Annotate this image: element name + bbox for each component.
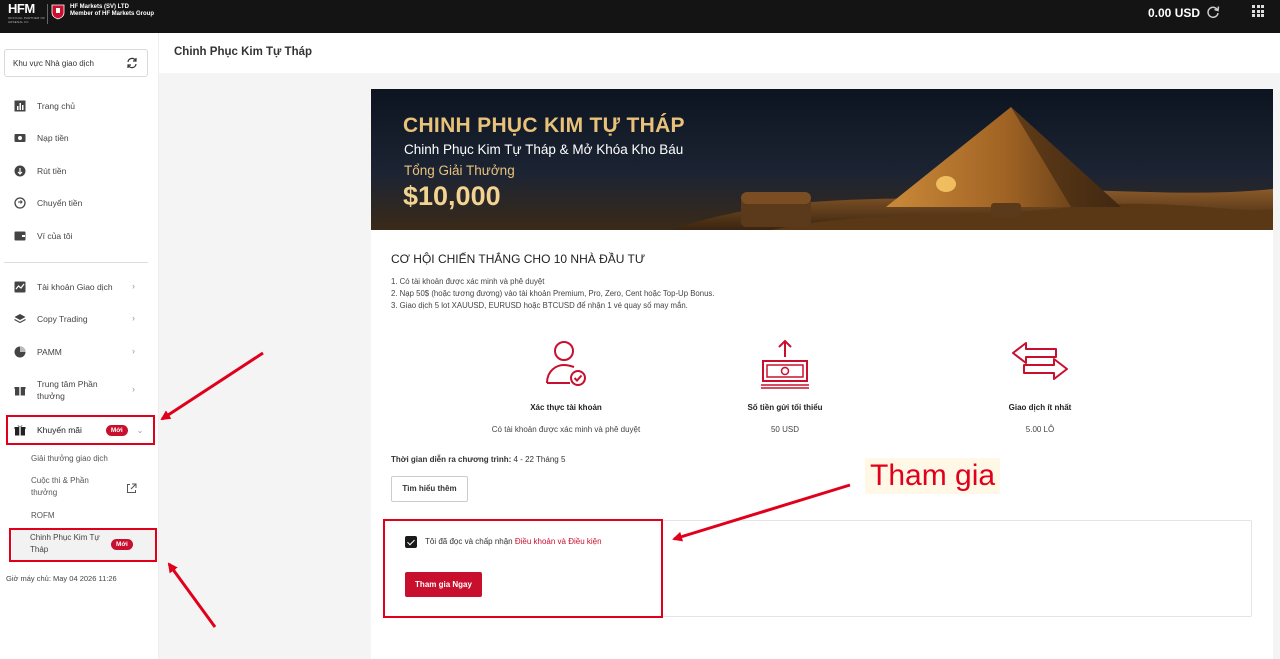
sidebar-item-home[interactable]: Trang chủ — [14, 100, 75, 112]
highlight-pyramid-item — [9, 528, 157, 562]
arrow-to-pyramid-item — [167, 562, 217, 628]
period-label: Thời gian diễn ra chương trình: — [391, 455, 512, 464]
chevron-right-icon: › — [132, 313, 135, 323]
sidebar-item-pamm[interactable]: PAMM › — [14, 346, 135, 358]
sidebar-subitem-rofm[interactable]: ROFM — [31, 510, 55, 522]
deposit-icon — [14, 134, 26, 142]
company-group: Member of HF Markets Group — [70, 11, 155, 17]
rules-list: 1. Có tài khoản được xác minh và phê duy… — [391, 276, 714, 312]
banner-prize-amount: $10,000 — [403, 181, 501, 211]
company-name: HF Markets (SV) LTD — [70, 4, 129, 10]
sidebar-item-label: Ví của tôi — [37, 231, 73, 241]
chevron-right-icon: › — [132, 384, 135, 394]
learn-more-button[interactable]: Tìm hiểu thêm — [391, 476, 468, 502]
withdraw-icon — [14, 165, 26, 177]
sidebar-item-deposit[interactable]: Nạp tiền — [14, 132, 69, 144]
region-label: Khu vực Nhà giao dịch — [13, 59, 94, 68]
logo-divider — [47, 4, 48, 24]
page-header: Chinh Phục Kim Tự Tháp — [159, 33, 1280, 73]
page-title: Chinh Phục Kim Tự Tháp — [174, 46, 313, 58]
hfm-logo[interactable]: HFM OFFICIAL PARTNER OF ARSENAL FC — [8, 2, 48, 30]
sidebar-item-withdraw[interactable]: Rút tiền — [14, 165, 66, 177]
feature-value: 5.00 LÔ — [1025, 425, 1055, 434]
top-bar: HFM OFFICIAL PARTNER OF ARSENAL FC HF Ma… — [0, 0, 1280, 33]
refresh-icon[interactable] — [1206, 5, 1220, 19]
sidebar-item-rewards-center[interactable]: Trung tâm Phần thưởng › — [14, 378, 146, 402]
feature-min-deposit: Số tiền gửi tối thiểu 50 USD — [675, 339, 895, 434]
rule-item: 2. Nạp 50$ (hoặc tương đương) vào tài kh… — [391, 289, 715, 298]
feature-title: Xác thực tài khoản — [530, 403, 602, 412]
exchange-arrows-icon — [1012, 342, 1068, 380]
feature-value: 50 USD — [770, 425, 799, 434]
sidebar-item-label: Nạp tiền — [37, 133, 69, 143]
sidebar-divider — [4, 262, 148, 263]
transfer-icon — [14, 197, 26, 209]
section-title: CƠ HỘI CHIẾN THẮNG CHO 10 NHÀ ĐẦU TƯ — [391, 252, 646, 266]
external-link-icon[interactable] — [126, 483, 137, 494]
sidebar-item-label: Chuyển tiền — [37, 198, 83, 208]
trading-account-icon — [14, 281, 26, 293]
highlight-join-area — [383, 519, 663, 618]
feature-account-verification: Xác thực tài khoản Có tài khoản được xác… — [456, 339, 676, 434]
sidebar-item-label: Trang chủ — [37, 101, 75, 111]
pyramid-banner-image — [371, 89, 1273, 230]
sidebar-subitem-trading-awards[interactable]: Giải thưởng giao dịch — [31, 453, 108, 465]
sidebar-item-trading-accounts[interactable]: Tài khoản Giao dịch › — [14, 281, 135, 293]
wallet-icon — [14, 231, 26, 241]
period-value: 4 - 22 Tháng 5 — [511, 455, 566, 464]
sidebar-subitem-contests[interactable]: Cuộc thi & Phần thưởng — [31, 475, 99, 499]
user-check-icon — [546, 341, 586, 386]
arrow-to-promotions — [160, 351, 264, 421]
sidebar-item-label: Rút tiền — [37, 166, 67, 176]
feature-min-trade: Giao dịch ít nhất 5.00 LÔ — [930, 339, 1150, 434]
feature-value: Có tài khoản được xác minh và phê duyệt — [491, 425, 641, 434]
highlight-promotions — [6, 415, 155, 445]
logo-subtext: OFFICIAL PARTNER OF ARSENAL FC — [8, 16, 46, 24]
apps-grid-icon[interactable] — [1252, 5, 1264, 17]
promotion-banner: CHINH PHỤC KIM TỰ THÁP Chinh Phục Kim Tự… — [371, 89, 1273, 230]
chart-icon — [14, 100, 26, 112]
feature-title: Giao dịch ít nhất — [1008, 403, 1072, 412]
pie-icon — [14, 346, 26, 358]
server-time: Giờ máy chủ: May 04 2026 11:26 — [6, 574, 117, 583]
logo-text: HFM — [8, 1, 35, 16]
arsenal-shield-icon — [51, 4, 65, 20]
account-balance: 0.00 USD — [1148, 6, 1201, 20]
sidebar-item-label: Tài khoản Giao dịch — [37, 282, 113, 292]
chevron-right-icon: › — [132, 281, 135, 291]
sidebar-item-wallet[interactable]: Ví của tôi — [14, 230, 72, 242]
annotation-label: Tham gia — [865, 458, 1001, 494]
trader-region-selector[interactable]: Khu vực Nhà giao dịch — [4, 49, 148, 77]
feature-title: Số tiền gửi tối thiểu — [747, 403, 823, 412]
switch-icon[interactable] — [126, 57, 138, 69]
rule-item: 3. Giao dịch 5 lot XAUUSD, EURUSD hoặc B… — [391, 301, 688, 310]
banner-prize-label: Tổng Giải Thưởng — [404, 163, 515, 178]
promotion-period: Thời gian diễn ra chương trình: 4 - 22 T… — [391, 455, 565, 464]
sidebar-item-label: Trung tâm Phần thưởng — [37, 379, 98, 401]
sidebar-item-label: PAMM — [37, 347, 62, 357]
money-deposit-icon — [761, 339, 809, 389]
sidebar: Khu vực Nhà giao dịch Trang chủ Nạp tiền… — [0, 33, 159, 659]
banner-subtitle: Chinh Phục Kim Tự Tháp & Mở Khóa Kho Báu — [404, 142, 684, 157]
sidebar-item-copy-trading[interactable]: Copy Trading › — [14, 313, 135, 325]
company-info: HF Markets (SV) LTD Member of HF Markets… — [70, 4, 154, 18]
layers-icon — [14, 314, 26, 324]
chevron-right-icon: › — [132, 346, 135, 356]
sidebar-item-label: Copy Trading — [37, 314, 88, 324]
sidebar-item-transfer[interactable]: Chuyển tiền — [14, 197, 82, 209]
banner-title: CHINH PHỤC KIM TỰ THÁP — [403, 114, 685, 137]
rule-item: 1. Có tài khoản được xác minh và phê duy… — [391, 277, 545, 286]
gift-icon — [14, 387, 26, 396]
